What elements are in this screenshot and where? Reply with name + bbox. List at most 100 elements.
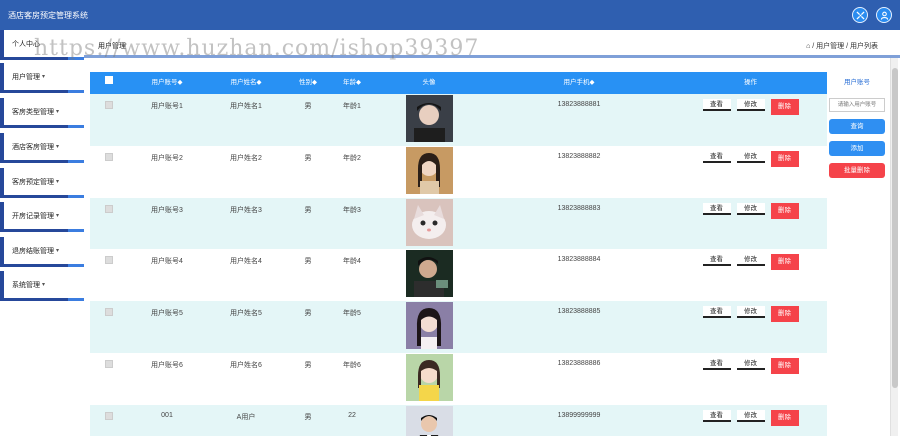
cell-name: 用户姓名6	[230, 361, 262, 369]
edit-button[interactable]: 修改	[736, 254, 765, 267]
edit-button[interactable]: 修改	[736, 150, 765, 163]
cell-account: 用户账号6	[151, 361, 183, 369]
cell-age: 年龄6	[343, 361, 361, 369]
sidebar-item-label: 客房预定管理	[12, 178, 54, 186]
row-checkbox[interactable]	[90, 405, 128, 422]
cell-age: 年龄2	[343, 154, 361, 162]
row-checkbox[interactable]	[90, 94, 128, 111]
edit-button[interactable]: 修改	[736, 306, 765, 319]
sidebar: 个人中心 用户管理 ▾ 客房类型管理 ▾ 酒店客房管理 ▾ 客房预定管理 ▾ 开房记录管…	[0, 30, 84, 310]
table-header: 用户账号◆ 用户姓名◆ 性别◆ 年龄◆ 头像 用户手机◆ 操作	[90, 72, 827, 94]
cell-sex: 男	[304, 361, 312, 369]
column-header: 头像	[422, 79, 436, 86]
cell-sex: 男	[304, 258, 312, 266]
avatar	[405, 405, 453, 436]
sidebar-item-users[interactable]: 用户管理 ▾	[0, 63, 84, 93]
cell-age: 年龄4	[343, 258, 361, 266]
cell-phone: 13823888883	[557, 204, 601, 212]
breadcrumb[interactable]: ⌂ / 用户管理 / 用户列表	[806, 41, 878, 51]
cell-age: 年龄5	[343, 310, 361, 318]
view-button[interactable]: 查看	[702, 202, 731, 215]
column-header[interactable]: 年龄◆	[330, 72, 374, 94]
cell-sex: 男	[304, 413, 312, 421]
cell-age: 22	[348, 411, 356, 419]
cell-name: 用户姓名5	[230, 310, 262, 318]
avatar	[405, 250, 453, 298]
edit-button[interactable]: 修改	[736, 409, 765, 422]
row-checkbox[interactable]	[90, 198, 128, 215]
column-header[interactable]: 性别◆	[286, 72, 330, 94]
search-panel: 用户账号 查询 添加 批量删除	[828, 72, 886, 178]
delete-button[interactable]: 删除	[770, 306, 799, 323]
delete-button[interactable]: 删除	[770, 202, 799, 219]
table-row: 001 A用户 男 22 13899999999 查看 修改 删除	[90, 404, 827, 436]
column-header[interactable]: 用户姓名◆	[206, 72, 286, 94]
edit-button[interactable]: 修改	[736, 357, 765, 370]
chevron-down-icon: ▾	[56, 109, 60, 115]
delete-button[interactable]: 删除	[770, 357, 799, 374]
avatar	[405, 95, 453, 142]
table-row: 用户账号1 用户姓名1 男 年龄1 13823888881 查看 修改 删除	[90, 94, 827, 146]
delete-button[interactable]: 删除	[770, 409, 799, 426]
content-header: 用户管理 ⌂ / 用户管理 / 用户列表	[84, 30, 900, 58]
sidebar-item-system[interactable]: 系统管理 ▾	[0, 271, 84, 301]
avatar	[405, 302, 453, 350]
scrollbar[interactable]	[890, 58, 898, 436]
delete-button[interactable]: 删除	[770, 99, 799, 115]
sidebar-item-label: 退房结账管理	[12, 247, 54, 255]
sidebar-item-rooms[interactable]: 酒店客房管理 ▾	[0, 133, 84, 163]
view-button[interactable]: 查看	[702, 99, 731, 111]
cell-account: 用户账号4	[151, 258, 183, 266]
scrollbar-thumb[interactable]	[892, 68, 898, 388]
sidebar-item-bookings[interactable]: 客房预定管理 ▾	[0, 168, 84, 198]
cell-account: 用户账号3	[151, 206, 183, 214]
row-checkbox[interactable]	[90, 249, 128, 266]
cell-account: 001	[161, 411, 173, 419]
batch-delete-button[interactable]: 批量删除	[829, 163, 885, 178]
sidebar-item-checkout[interactable]: 退房结账管理 ▾	[0, 237, 84, 267]
table-row: 用户账号5 用户姓名5 男 年龄5 13823888885 查看 修改 删除	[90, 301, 827, 353]
chevron-down-icon: ▾	[56, 248, 60, 254]
view-button[interactable]: 查看	[702, 409, 731, 422]
sidebar-item-room-types[interactable]: 客房类型管理 ▾	[0, 98, 84, 128]
query-button[interactable]: 查询	[829, 119, 885, 134]
page-title: 用户管理	[98, 43, 126, 50]
delete-button[interactable]: 删除	[770, 254, 799, 271]
sidebar-item-label: 酒店客房管理	[12, 143, 54, 151]
view-button[interactable]: 查看	[702, 254, 731, 267]
app-title: 酒店客房预定管理系统	[8, 10, 88, 20]
delete-button[interactable]: 删除	[770, 150, 799, 167]
row-checkbox[interactable]	[90, 353, 128, 370]
chevron-down-icon: ▾	[56, 213, 60, 219]
expand-icon[interactable]	[852, 7, 868, 23]
column-header: 操作	[744, 79, 757, 86]
cell-phone: 13899999999	[557, 411, 601, 419]
avatar	[405, 198, 453, 246]
row-checkbox[interactable]	[90, 301, 128, 318]
view-button[interactable]: 查看	[702, 150, 731, 163]
sidebar-item-label: 客房类型管理	[12, 108, 54, 116]
cell-phone: 13823888882	[557, 152, 601, 160]
cell-name: 用户姓名1	[230, 103, 262, 110]
cell-name: 用户姓名3	[230, 206, 262, 214]
chevron-down-icon: ▾	[56, 179, 60, 185]
column-header[interactable]: 用户手机◆	[484, 72, 674, 94]
add-button[interactable]: 添加	[829, 141, 885, 156]
sidebar-item-checkin-records[interactable]: 开房记录管理 ▾	[0, 202, 84, 232]
table-row: 用户账号6 用户姓名6 男 年龄6 13823888886 查看 修改 删除	[90, 352, 827, 405]
edit-button[interactable]: 修改	[736, 99, 765, 111]
select-all-checkbox[interactable]	[90, 72, 128, 94]
top-bar: 酒店客房预定管理系统	[0, 0, 900, 30]
row-checkbox[interactable]	[90, 146, 128, 163]
account-search-input[interactable]	[829, 98, 885, 112]
view-button[interactable]: 查看	[702, 357, 731, 370]
user-icon[interactable]	[876, 7, 892, 23]
avatar	[405, 353, 453, 401]
column-header[interactable]: 用户账号◆	[128, 72, 206, 94]
view-button[interactable]: 查看	[702, 306, 731, 319]
edit-button[interactable]: 修改	[736, 202, 765, 215]
top-icons	[852, 7, 892, 23]
sidebar-item-profile[interactable]: 个人中心	[0, 30, 84, 60]
cell-name: A用户	[236, 413, 256, 421]
sidebar-item-label: 开房记录管理	[12, 212, 54, 220]
